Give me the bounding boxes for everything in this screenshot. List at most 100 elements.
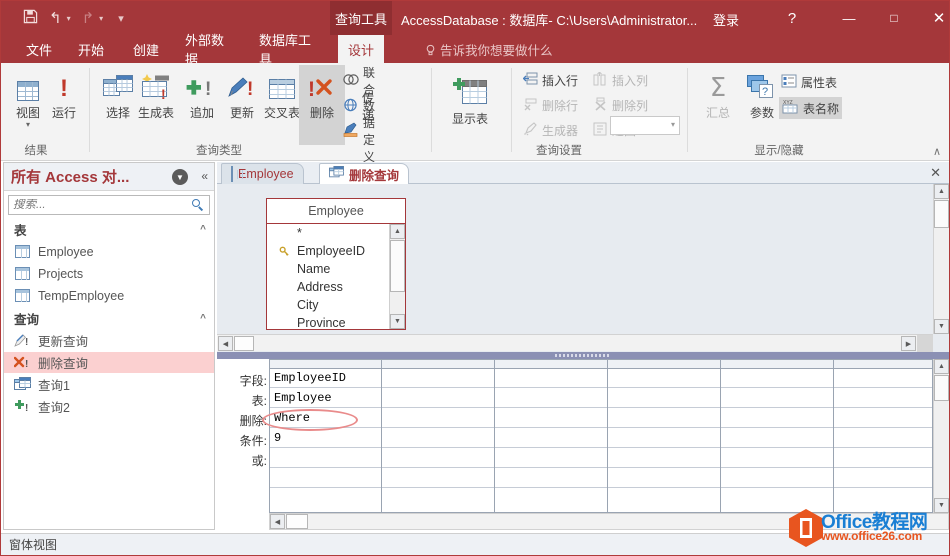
field-item[interactable]: Province: [267, 314, 405, 329]
make-table-query-button[interactable]: ! 生成表: [133, 67, 179, 121]
scroll-down-icon[interactable]: ▼: [390, 314, 405, 329]
grid-column-divider[interactable]: [720, 359, 721, 513]
tab-database-tools[interactable]: 数据库工具: [249, 33, 329, 67]
search-box[interactable]: [8, 195, 210, 215]
field-item[interactable]: City: [267, 296, 405, 314]
close-document-icon[interactable]: ✕: [930, 165, 941, 181]
search-icon[interactable]: [192, 199, 204, 211]
svg-text:!: !: [308, 78, 315, 101]
chevron-up-icon[interactable]: ^: [200, 224, 206, 235]
customize-qat-icon[interactable]: ▾: [118, 12, 124, 25]
return-value-combo[interactable]: ▾: [610, 116, 680, 135]
navigation-pane: 所有 Access 对... ▼ « 表 ^ Employee Projects…: [3, 162, 215, 530]
save-icon[interactable]: [23, 9, 38, 28]
help-button[interactable]: ?: [771, 1, 813, 35]
scroll-thumb[interactable]: [234, 336, 254, 351]
property-sheet-button[interactable]: 属性表: [781, 71, 837, 93]
upper-pane-vertical-scrollbar[interactable]: ▲ ▼: [933, 184, 949, 334]
doc-tab-employee[interactable]: Employee: [221, 163, 304, 184]
table-names-button[interactable]: XYZ 表名称: [779, 97, 843, 119]
delete-query-label: 删除: [309, 106, 334, 120]
nav-item-query1[interactable]: 查询1: [4, 374, 214, 395]
nav-item-projects[interactable]: Projects: [4, 263, 214, 284]
title-bar: ↰ ▾ ↱ ▾ ▾ 查询工具 AccessDatabase : 数据库- C:\…: [1, 1, 949, 35]
field-list-scrollbar[interactable]: ▲ ▼: [389, 224, 405, 329]
scroll-left-icon[interactable]: ◀: [218, 336, 233, 351]
group-separator-1: [89, 68, 90, 152]
field-item[interactable]: *: [267, 224, 405, 242]
chevron-down-icon[interactable]: ▾: [671, 120, 675, 129]
nav-item-employee[interactable]: Employee: [4, 241, 214, 262]
collapse-ribbon-button[interactable]: ∧: [933, 145, 941, 158]
grid-column-divider[interactable]: [607, 359, 608, 513]
scroll-up-icon[interactable]: ▲: [934, 359, 949, 374]
undo-icon[interactable]: ↰: [49, 10, 62, 27]
tab-external-data[interactable]: 外部数据: [175, 33, 241, 67]
run-button[interactable]: ! 运行: [41, 67, 87, 121]
tell-me-box[interactable]: 告诉我你想要做什么: [425, 35, 553, 63]
insert-row-icon: [522, 72, 538, 89]
undo-caret-icon[interactable]: ▾: [67, 14, 71, 23]
insert-row-button[interactable]: 插入行: [522, 69, 578, 91]
delete-column-button[interactable]: 删除列: [593, 94, 648, 116]
query-design-upper-pane[interactable]: Employee * EmployeeID Name Address City …: [217, 184, 949, 356]
sign-in-button[interactable]: 登录: [713, 10, 739, 29]
nav-item-query2[interactable]: ! 查询2: [4, 396, 214, 417]
totals-button[interactable]: Σ 汇总: [695, 67, 741, 121]
grid-column-divider[interactable]: [381, 359, 382, 513]
scroll-up-icon[interactable]: ▲: [934, 184, 949, 199]
grid-cell-criteria[interactable]: 9: [274, 431, 281, 445]
tab-create[interactable]: 创建: [122, 35, 170, 63]
nav-group-queries[interactable]: 查询 ^: [4, 308, 214, 328]
group-separator-inner: [511, 68, 512, 152]
chevron-up-icon[interactable]: ^: [200, 313, 206, 324]
navigation-pane-dropdown-icon[interactable]: ▼: [172, 169, 188, 185]
pane-splitter[interactable]: [217, 352, 949, 359]
redo-icon[interactable]: ↱: [82, 10, 95, 27]
builder-button[interactable]: 生成器: [523, 119, 578, 141]
redo-caret-icon[interactable]: ▾: [99, 14, 103, 23]
insert-column-button[interactable]: 插入列: [593, 69, 648, 91]
grid-cell-field[interactable]: EmployeeID: [274, 371, 346, 385]
table-field-list-employee[interactable]: Employee * EmployeeID Name Address City …: [266, 198, 406, 330]
tab-file[interactable]: 文件: [15, 35, 63, 63]
view-icon: [17, 67, 39, 101]
scroll-left-icon[interactable]: ◀: [270, 514, 285, 529]
append-query-icon: !: [12, 399, 32, 414]
field-item[interactable]: Address: [267, 278, 405, 296]
nav-item-delete-query[interactable]: ! 删除查询: [4, 352, 214, 373]
show-table-button[interactable]: 显示表: [443, 67, 497, 127]
scroll-thumb[interactable]: [934, 200, 949, 228]
scroll-thumb[interactable]: [286, 514, 308, 529]
grid-column-divider[interactable]: [833, 359, 834, 513]
search-input[interactable]: [13, 199, 189, 211]
grid-vertical-scrollbar[interactable]: ▲ ▼: [933, 359, 949, 513]
upper-pane-horizontal-scrollbar[interactable]: ◀ ▶: [217, 334, 933, 352]
scroll-down-icon[interactable]: ▼: [934, 319, 949, 334]
field-item[interactable]: Name: [267, 260, 405, 278]
nav-item-tempemployee[interactable]: TempEmployee: [4, 285, 214, 306]
scroll-up-icon[interactable]: ▲: [390, 224, 405, 239]
doc-tab-delete-query[interactable]: 删除查询: [319, 163, 410, 184]
select-query-icon: [103, 67, 133, 101]
delete-row-button[interactable]: 删除行: [523, 94, 578, 116]
nav-item-update-query[interactable]: ! 更新查询: [4, 330, 214, 351]
field-item-primary-key[interactable]: EmployeeID: [267, 242, 405, 260]
view-caret-icon[interactable]: ▾: [26, 121, 30, 129]
close-button[interactable]: ✕: [918, 1, 949, 35]
nav-group-tables[interactable]: 表 ^: [4, 219, 214, 239]
grid-column-divider[interactable]: [494, 359, 495, 513]
tab-design[interactable]: 设计: [338, 35, 384, 63]
data-definition-query-button[interactable]: 数据定义: [343, 99, 375, 164]
navigation-pane-header: 所有 Access 对... ▼ «: [4, 163, 214, 191]
delete-query-button[interactable]: ! 删除: [299, 65, 345, 145]
minimize-button[interactable]: —: [828, 1, 870, 35]
grid-cell-table[interactable]: Employee: [274, 391, 332, 405]
grid-table[interactable]: EmployeeID Employee Where 9: [269, 359, 933, 513]
maximize-button[interactable]: □: [873, 1, 915, 35]
scroll-right-icon[interactable]: ▶: [901, 336, 916, 351]
scroll-thumb[interactable]: [390, 240, 405, 292]
navigation-pane-collapse-icon[interactable]: «: [201, 169, 208, 183]
tab-home[interactable]: 开始: [67, 35, 115, 63]
scroll-thumb[interactable]: [934, 375, 949, 401]
